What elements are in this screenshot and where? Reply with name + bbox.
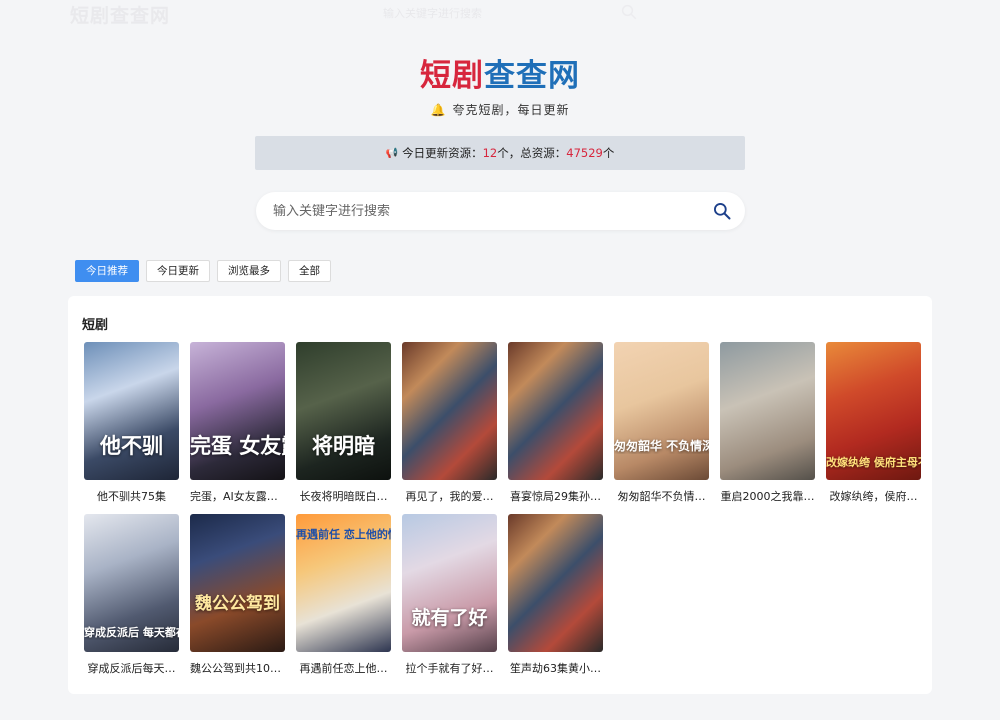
stats-prefix: 今日更新资源：: [402, 146, 483, 160]
drama-title[interactable]: 他不驯共75集: [84, 488, 179, 504]
drama-card[interactable]: 再见了，我的爱…: [402, 342, 497, 504]
drama-grid: 他不驯 他不驯共75集 完蛋 女友露馅 完蛋，AI女友露馅… 将明暗 长夜将明暗…: [84, 342, 921, 676]
drama-card[interactable]: 重启2000之我靠…: [720, 342, 815, 504]
poster-image[interactable]: 穿成反派后 每天都在洗白: [84, 514, 179, 652]
drama-card[interactable]: 再遇前任 恋上他的情深 再遇前任恋上他…: [296, 514, 391, 676]
tagline-text: 夸克短剧，每日更新: [452, 103, 570, 117]
logo-part-b: 查查网: [484, 58, 580, 94]
drama-card[interactable]: 他不驯 他不驯共75集: [84, 342, 179, 504]
drama-title[interactable]: 重启2000之我靠…: [720, 488, 815, 504]
header-search-icon[interactable]: [620, 3, 638, 21]
drama-card[interactable]: 喜宴惊局29集孙…: [508, 342, 603, 504]
drama-card[interactable]: 匆匆韶华 不负情深 匆匆韶华不负情…: [614, 342, 709, 504]
drama-title[interactable]: 笙声劫63集黄小…: [508, 660, 603, 676]
tab-today-update[interactable]: 今日更新: [146, 260, 210, 282]
tab-all[interactable]: 全部: [288, 260, 331, 282]
logo-part-a: 短剧: [420, 58, 484, 94]
poster-image[interactable]: [720, 342, 815, 480]
bell-icon: 🔔: [430, 103, 447, 117]
tagline: 🔔 夸克短剧，每日更新: [0, 101, 1000, 118]
poster-text: 魏公公驾到: [195, 594, 280, 614]
poster-text: 穿成反派后 每天都在洗白: [84, 626, 179, 639]
stats-middle: 个，总资源：: [497, 146, 567, 160]
today-count: 12: [482, 146, 498, 160]
drama-card[interactable]: 穿成反派后 每天都在洗白 穿成反派后每天…: [84, 514, 179, 676]
tab-most-viewed[interactable]: 浏览最多: [217, 260, 281, 282]
poster-image[interactable]: [508, 342, 603, 480]
search-bar: [256, 192, 745, 230]
drama-title[interactable]: 拉个手就有了好…: [402, 660, 497, 676]
drama-title[interactable]: 穿成反派后每天…: [84, 660, 179, 676]
drama-card[interactable]: 完蛋 女友露馅 完蛋，AI女友露馅…: [190, 342, 285, 504]
drama-card[interactable]: 将明暗 长夜将明暗既白…: [296, 342, 391, 504]
drama-title[interactable]: 再遇前任恋上他…: [296, 660, 391, 676]
filter-tabs: 今日推荐 今日更新 浏览最多 全部: [75, 260, 331, 282]
poster-text: 再遇前任 恋上他的情深: [296, 528, 391, 541]
drama-title[interactable]: 再见了，我的爱…: [402, 488, 497, 504]
poster-image[interactable]: [508, 514, 603, 652]
drama-title[interactable]: 喜宴惊局29集孙…: [508, 488, 603, 504]
poster-image[interactable]: 魏公公驾到: [190, 514, 285, 652]
poster-text: 匆匆韶华 不负情深: [614, 439, 709, 453]
poster-image[interactable]: 再遇前任 恋上他的情深: [296, 514, 391, 652]
drama-title[interactable]: 完蛋，AI女友露馅…: [190, 488, 285, 504]
stats-bar: 📢 今日更新资源： 12 个，总资源： 47529 个: [255, 136, 745, 170]
search-input[interactable]: [273, 203, 693, 219]
poster-text: 就有了好: [411, 607, 488, 629]
poster-image[interactable]: 完蛋 女友露馅: [190, 342, 285, 480]
poster-text: 完蛋 女友露馅: [190, 433, 285, 458]
site-logo[interactable]: 短剧查查网: [0, 50, 1000, 95]
stats-suffix: 个: [602, 146, 615, 160]
sticky-header: 短剧查查网 输入关键字进行搜索: [0, 0, 1000, 28]
poster-image[interactable]: 改嫁纨绔 侯府主母不好当: [826, 342, 921, 480]
header-search-placeholder[interactable]: 输入关键字进行搜索: [383, 5, 482, 21]
drama-card[interactable]: 笙声劫63集黄小…: [508, 514, 603, 676]
drama-title[interactable]: 长夜将明暗既白…: [296, 488, 391, 504]
speaker-icon: 📢: [385, 147, 399, 159]
drama-title[interactable]: 匆匆韶华不负情…: [614, 488, 709, 504]
poster-image[interactable]: 就有了好: [402, 514, 497, 652]
poster-image[interactable]: 匆匆韶华 不负情深: [614, 342, 709, 480]
section-title: 短剧: [82, 318, 109, 333]
poster-image[interactable]: [402, 342, 497, 480]
drama-card[interactable]: 魏公公驾到 魏公公驾到共101集: [190, 514, 285, 676]
header-logo[interactable]: 短剧查查网: [70, 1, 170, 28]
tab-today-recommend[interactable]: 今日推荐: [75, 260, 139, 282]
drama-panel: 短剧 他不驯 他不驯共75集 完蛋 女友露馅 完蛋，AI女友露馅… 将明暗 长夜…: [68, 296, 932, 694]
poster-text: 改嫁纨绔 侯府主母不好当: [826, 456, 921, 469]
drama-card[interactable]: 改嫁纨绔 侯府主母不好当 改嫁纨绔，侯府…: [826, 342, 921, 504]
poster-image[interactable]: 他不驯: [84, 342, 179, 480]
search-icon[interactable]: [712, 201, 732, 221]
drama-card[interactable]: 就有了好 拉个手就有了好…: [402, 514, 497, 676]
drama-title[interactable]: 改嫁纨绔，侯府…: [826, 488, 921, 504]
drama-title[interactable]: 魏公公驾到共101集: [190, 660, 285, 676]
poster-text: 他不驯: [100, 433, 163, 458]
total-count: 47529: [566, 146, 603, 160]
poster-image[interactable]: 将明暗: [296, 342, 391, 480]
poster-text: 将明暗: [312, 433, 375, 458]
